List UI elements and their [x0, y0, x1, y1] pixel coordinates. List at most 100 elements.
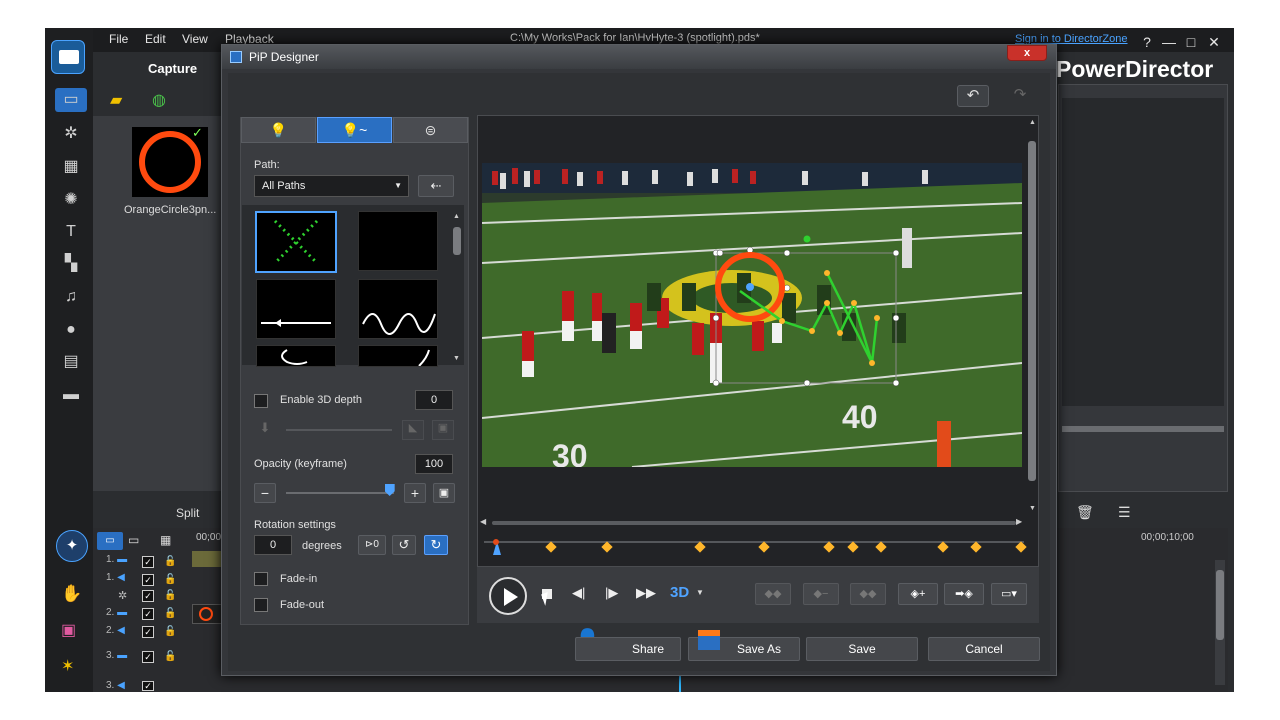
- voice-over-icon[interactable]: ●: [57, 318, 85, 342]
- chapter-room-icon[interactable]: ▤: [57, 350, 85, 374]
- 3d-mode-button[interactable]: 3D: [670, 584, 689, 601]
- close-icon[interactable]: ✕: [1205, 33, 1223, 51]
- audio-mixing-icon[interactable]: ♫: [57, 285, 85, 309]
- preview-vertical-scrollbar[interactable]: ▲ ▼: [1027, 119, 1037, 513]
- path-tile-arc[interactable]: [358, 345, 438, 367]
- timeline-cursor[interactable]: [679, 676, 681, 692]
- maximize-icon[interactable]: □: [1182, 33, 1200, 51]
- chevron-down-icon[interactable]: ▼: [696, 588, 704, 597]
- split-button[interactable]: Split: [176, 506, 199, 520]
- share-button[interactable]: Share: [575, 637, 681, 661]
- enable-3d-label: Enable 3D depth: [280, 394, 362, 406]
- track-enable-checkbox[interactable]: ✓: [142, 651, 154, 663]
- rotate-left-icon[interactable]: ↺: [392, 535, 416, 555]
- tab-mask[interactable]: ⊜: [393, 117, 468, 143]
- transition-room-icon[interactable]: ▚: [57, 252, 85, 276]
- lock-icon[interactable]: 🔓: [164, 651, 176, 662]
- fade-in-checkbox[interactable]: [254, 572, 268, 586]
- scroll-up-icon[interactable]: ▲: [453, 213, 460, 220]
- opacity-slider[interactable]: [286, 492, 394, 494]
- opacity-keyframe-icon[interactable]: ▣: [433, 483, 455, 503]
- storyboard-view-icon[interactable]: ▭: [128, 533, 139, 547]
- timeline-scrollbar[interactable]: [1215, 560, 1225, 685]
- path-tile-empty[interactable]: [358, 211, 438, 271]
- scroll-left-icon[interactable]: ◀: [480, 517, 486, 526]
- add-keyframe-button[interactable]: ◈+: [898, 583, 938, 605]
- display-mode-button[interactable]: ▭▾: [991, 583, 1027, 605]
- enable-3d-checkbox[interactable]: [254, 394, 268, 408]
- timeline-clip-pip[interactable]: [192, 604, 222, 624]
- pip-room-icon[interactable]: ▦: [57, 155, 85, 179]
- magic-wand-icon[interactable]: ✶: [61, 656, 74, 676]
- custom-path-button[interactable]: ⇠: [418, 175, 454, 197]
- path-dropdown[interactable]: All Paths ▼: [254, 175, 409, 197]
- track-enable-checkbox[interactable]: ✓: [142, 556, 154, 568]
- lock-icon[interactable]: 🔓: [164, 556, 176, 567]
- fade-out-checkbox[interactable]: [254, 598, 268, 612]
- rotate-right-icon[interactable]: ↻: [424, 535, 448, 555]
- media-room-icon[interactable]: ▭: [55, 88, 87, 112]
- lock-icon[interactable]: 🔓: [164, 626, 176, 637]
- particle-room-icon[interactable]: ✺: [57, 188, 85, 212]
- capture-tab[interactable]: Capture: [148, 61, 197, 76]
- edit-list-icon[interactable]: ☰: [1118, 504, 1131, 521]
- lock-icon[interactable]: 🔓: [164, 590, 176, 601]
- effects-room-icon[interactable]: ✲: [57, 122, 85, 146]
- timeline-clip[interactable]: [192, 551, 222, 567]
- subtitle-room-icon[interactable]: ▬: [57, 383, 85, 407]
- preview-slider[interactable]: [1062, 426, 1224, 432]
- help-icon[interactable]: ?: [1138, 33, 1156, 51]
- opacity-minus-button[interactable]: −: [254, 483, 276, 503]
- delete-icon[interactable]: 🗑: [1076, 504, 1094, 521]
- lock-icon[interactable]: 🔓: [164, 574, 176, 585]
- play-icon[interactable]: [489, 577, 527, 615]
- dialog-close-button[interactable]: x: [1007, 45, 1047, 61]
- download-media-icon[interactable]: ◍: [152, 90, 166, 110]
- people-icon[interactable]: ▣: [61, 620, 76, 640]
- path-grid-scrollbar[interactable]: ▲ ▼: [452, 213, 462, 365]
- preview-horizontal-scrollbar[interactable]: [492, 521, 1016, 525]
- scroll-right-icon[interactable]: ▶: [1016, 517, 1022, 526]
- media-thumbnail[interactable]: ✓: [132, 125, 208, 197]
- track-enable-checkbox[interactable]: ✓: [142, 590, 154, 602]
- minimize-icon[interactable]: —: [1160, 33, 1178, 51]
- title-room-icon[interactable]: T: [57, 220, 85, 244]
- menu-file[interactable]: File: [109, 32, 128, 46]
- timeline-view-icon[interactable]: ▭: [97, 532, 123, 550]
- import-folder-icon[interactable]: ▰: [110, 90, 122, 110]
- redo-icon[interactable]: ↷: [1004, 85, 1036, 107]
- menu-edit[interactable]: Edit: [145, 32, 166, 46]
- opacity-input[interactable]: 100: [415, 454, 453, 474]
- previous-frame-icon[interactable]: ◀|: [572, 585, 585, 601]
- tab-motion[interactable]: 💡~: [317, 117, 392, 143]
- scroll-down-icon[interactable]: ▼: [453, 355, 460, 362]
- menu-view[interactable]: View: [182, 32, 208, 46]
- fast-forward-icon[interactable]: ▶▶: [636, 585, 656, 601]
- magic-tool-icon[interactable]: ✦: [56, 530, 88, 562]
- rotation-keyframe-icon[interactable]: ⊳0: [358, 535, 386, 555]
- project-path: C:\My Works\Pack for Ian\HvHyte-3 (spotl…: [510, 32, 760, 44]
- video-preview[interactable]: 40 30: [482, 163, 1022, 467]
- depth-slider: [286, 429, 392, 431]
- cancel-button[interactable]: Cancel: [928, 637, 1040, 661]
- path-tile-curl[interactable]: [256, 345, 336, 367]
- path-tile-cross[interactable]: [255, 211, 337, 273]
- next-keyframe-button: ◆◆: [850, 583, 886, 605]
- hand-tool-icon[interactable]: ✋: [61, 584, 82, 604]
- undo-icon[interactable]: ↶: [957, 85, 989, 107]
- opacity-plus-button[interactable]: +: [404, 483, 426, 503]
- track-enable-checkbox[interactable]: ✓: [142, 574, 154, 586]
- save-button[interactable]: Save: [806, 637, 918, 661]
- track-enable-checkbox[interactable]: ✓: [142, 681, 154, 691]
- add-track-icon[interactable]: ▦: [160, 533, 171, 547]
- depth-input[interactable]: 0: [415, 390, 453, 410]
- duplicate-keyframe-button[interactable]: ➡◈: [944, 583, 984, 605]
- path-tile-wave[interactable]: [358, 279, 438, 339]
- track-enable-checkbox[interactable]: ✓: [142, 626, 154, 638]
- rotation-input[interactable]: 0: [254, 535, 292, 555]
- lock-icon[interactable]: 🔓: [164, 608, 176, 619]
- path-tile-line[interactable]: [256, 279, 336, 339]
- track-enable-checkbox[interactable]: ✓: [142, 608, 154, 620]
- tab-properties[interactable]: 💡: [241, 117, 316, 143]
- next-frame-icon[interactable]: |▶: [605, 585, 618, 601]
